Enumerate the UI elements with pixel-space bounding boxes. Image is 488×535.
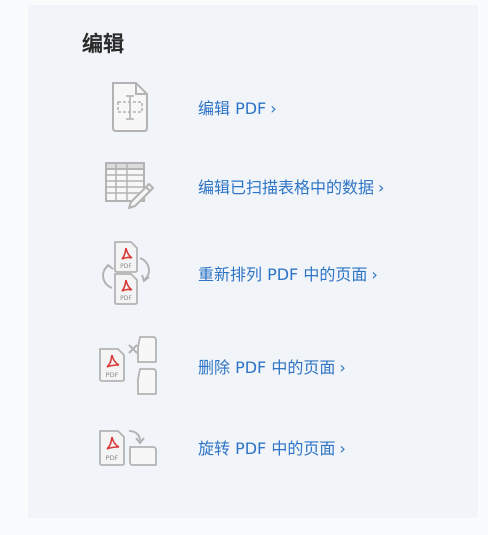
delete-pages-link[interactable]: 删除 PDF 中的页面 › — [198, 354, 346, 378]
reorder-pages-link-label: 重新排列 PDF 中的页面 — [198, 265, 368, 284]
edit-panel: 编辑 编辑 PDF › 编辑已扫描表格中的数据 › PDF PDF 重新排列 P… — [28, 5, 478, 518]
chevron-right-icon: › — [378, 178, 385, 197]
delete-pdf-page-icon: PDF — [88, 335, 168, 397]
pdf-badge-text: PDF — [106, 454, 119, 462]
chevron-right-icon: › — [270, 99, 277, 118]
list-item-edit-pdf: 编辑 PDF › — [88, 81, 468, 133]
pdf-badge-text: PDF — [106, 371, 119, 379]
section-title: 编辑 — [82, 31, 124, 56]
reorder-pdf-pages-icon: PDF PDF — [88, 240, 168, 306]
list-item-delete-pages: PDF 删除 PDF 中的页面 › — [88, 335, 468, 397]
edit-scanned-table-link-label: 编辑已扫描表格中的数据 — [198, 178, 375, 197]
delete-pages-link-label: 删除 PDF 中的页面 — [198, 358, 336, 377]
pdf-badge-text: PDF — [120, 263, 132, 270]
spreadsheet-pencil-icon — [88, 160, 168, 212]
edit-scanned-table-link[interactable]: 编辑已扫描表格中的数据 › — [198, 174, 384, 198]
rotate-pdf-page-icon: PDF — [88, 425, 168, 469]
chevron-right-icon: › — [371, 265, 378, 284]
list-item-rotate-pages: PDF 旋转 PDF 中的页面 › — [88, 425, 468, 469]
pdf-badge-text: PDF — [120, 295, 132, 302]
chevron-right-icon: › — [339, 358, 346, 377]
edit-pdf-link-label: 编辑 PDF — [198, 99, 267, 118]
edit-pdf-document-icon — [88, 81, 168, 133]
list-item-reorder-pages: PDF PDF 重新排列 PDF 中的页面 › — [88, 240, 468, 306]
rotate-pages-link[interactable]: 旋转 PDF 中的页面 › — [198, 435, 346, 459]
edit-pdf-link[interactable]: 编辑 PDF › — [198, 95, 277, 119]
reorder-pages-link[interactable]: 重新排列 PDF 中的页面 › — [198, 261, 378, 285]
chevron-right-icon: › — [339, 439, 346, 458]
rotate-pages-link-label: 旋转 PDF 中的页面 — [198, 439, 336, 458]
list-item-edit-scanned-table: 编辑已扫描表格中的数据 › — [88, 160, 468, 212]
